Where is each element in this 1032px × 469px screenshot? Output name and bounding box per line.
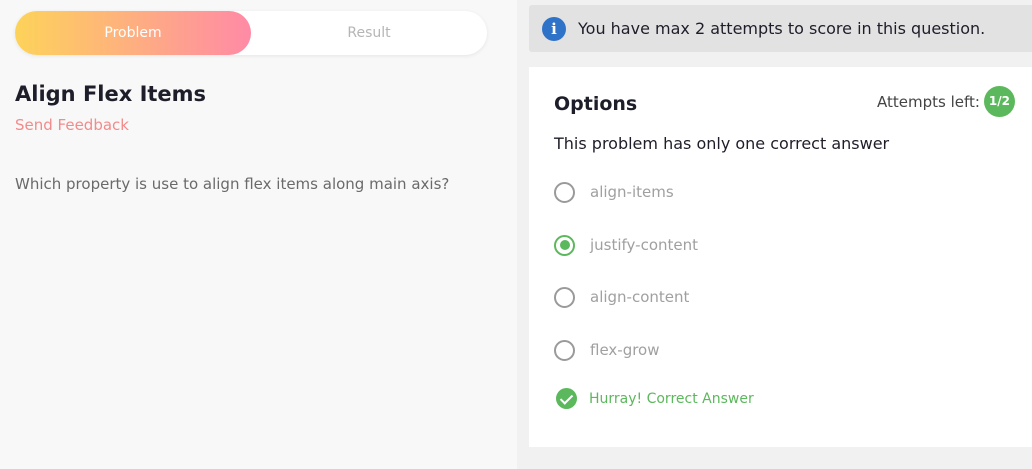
attempts-badge: 1/2 bbox=[983, 86, 1015, 117]
option-label: align-content bbox=[590, 288, 690, 306]
option-align-content[interactable]: align-content bbox=[554, 284, 689, 310]
radio-button[interactable] bbox=[554, 339, 575, 361]
info-icon: i bbox=[542, 17, 566, 41]
radio-button[interactable] bbox=[554, 181, 575, 203]
option-align-items[interactable]: align-items bbox=[554, 179, 674, 205]
answer-instruction: This problem has only one correct answer bbox=[554, 134, 890, 153]
option-label: flex-grow bbox=[590, 341, 660, 359]
attempts-label: Attempts left: bbox=[877, 92, 980, 111]
info-text: You have max 2 attempts to score in this… bbox=[578, 19, 986, 38]
send-feedback-link[interactable]: Send Feedback bbox=[15, 116, 129, 134]
tab-switcher: Problem Result bbox=[15, 11, 487, 55]
result-text: Hurray! Correct Answer bbox=[589, 390, 754, 407]
options-title: Options bbox=[554, 93, 638, 115]
attempts-left: Attempts left: 1/2 bbox=[877, 86, 1015, 117]
option-justify-content[interactable]: justify-content bbox=[554, 232, 698, 258]
result-message: Hurray! Correct Answer bbox=[556, 388, 754, 409]
radio-button[interactable] bbox=[554, 286, 575, 308]
option-label: justify-content bbox=[590, 236, 699, 254]
tab-problem[interactable]: Problem bbox=[15, 11, 251, 55]
problem-panel: Problem Result Align Flex Items Send Fee… bbox=[0, 0, 517, 469]
options-card: Options Attempts left: 1/2 This problem … bbox=[529, 67, 1032, 447]
check-circle-icon bbox=[556, 388, 577, 409]
option-label: align-items bbox=[590, 183, 674, 201]
problem-title: Align Flex Items bbox=[15, 82, 207, 106]
option-flex-grow[interactable]: flex-grow bbox=[554, 337, 660, 363]
tab-result[interactable]: Result bbox=[251, 11, 487, 55]
radio-button-selected[interactable] bbox=[554, 234, 575, 256]
question-text: Which property is use to align flex item… bbox=[15, 175, 450, 193]
attempts-info-bar: i You have max 2 attempts to score in th… bbox=[529, 5, 1032, 52]
